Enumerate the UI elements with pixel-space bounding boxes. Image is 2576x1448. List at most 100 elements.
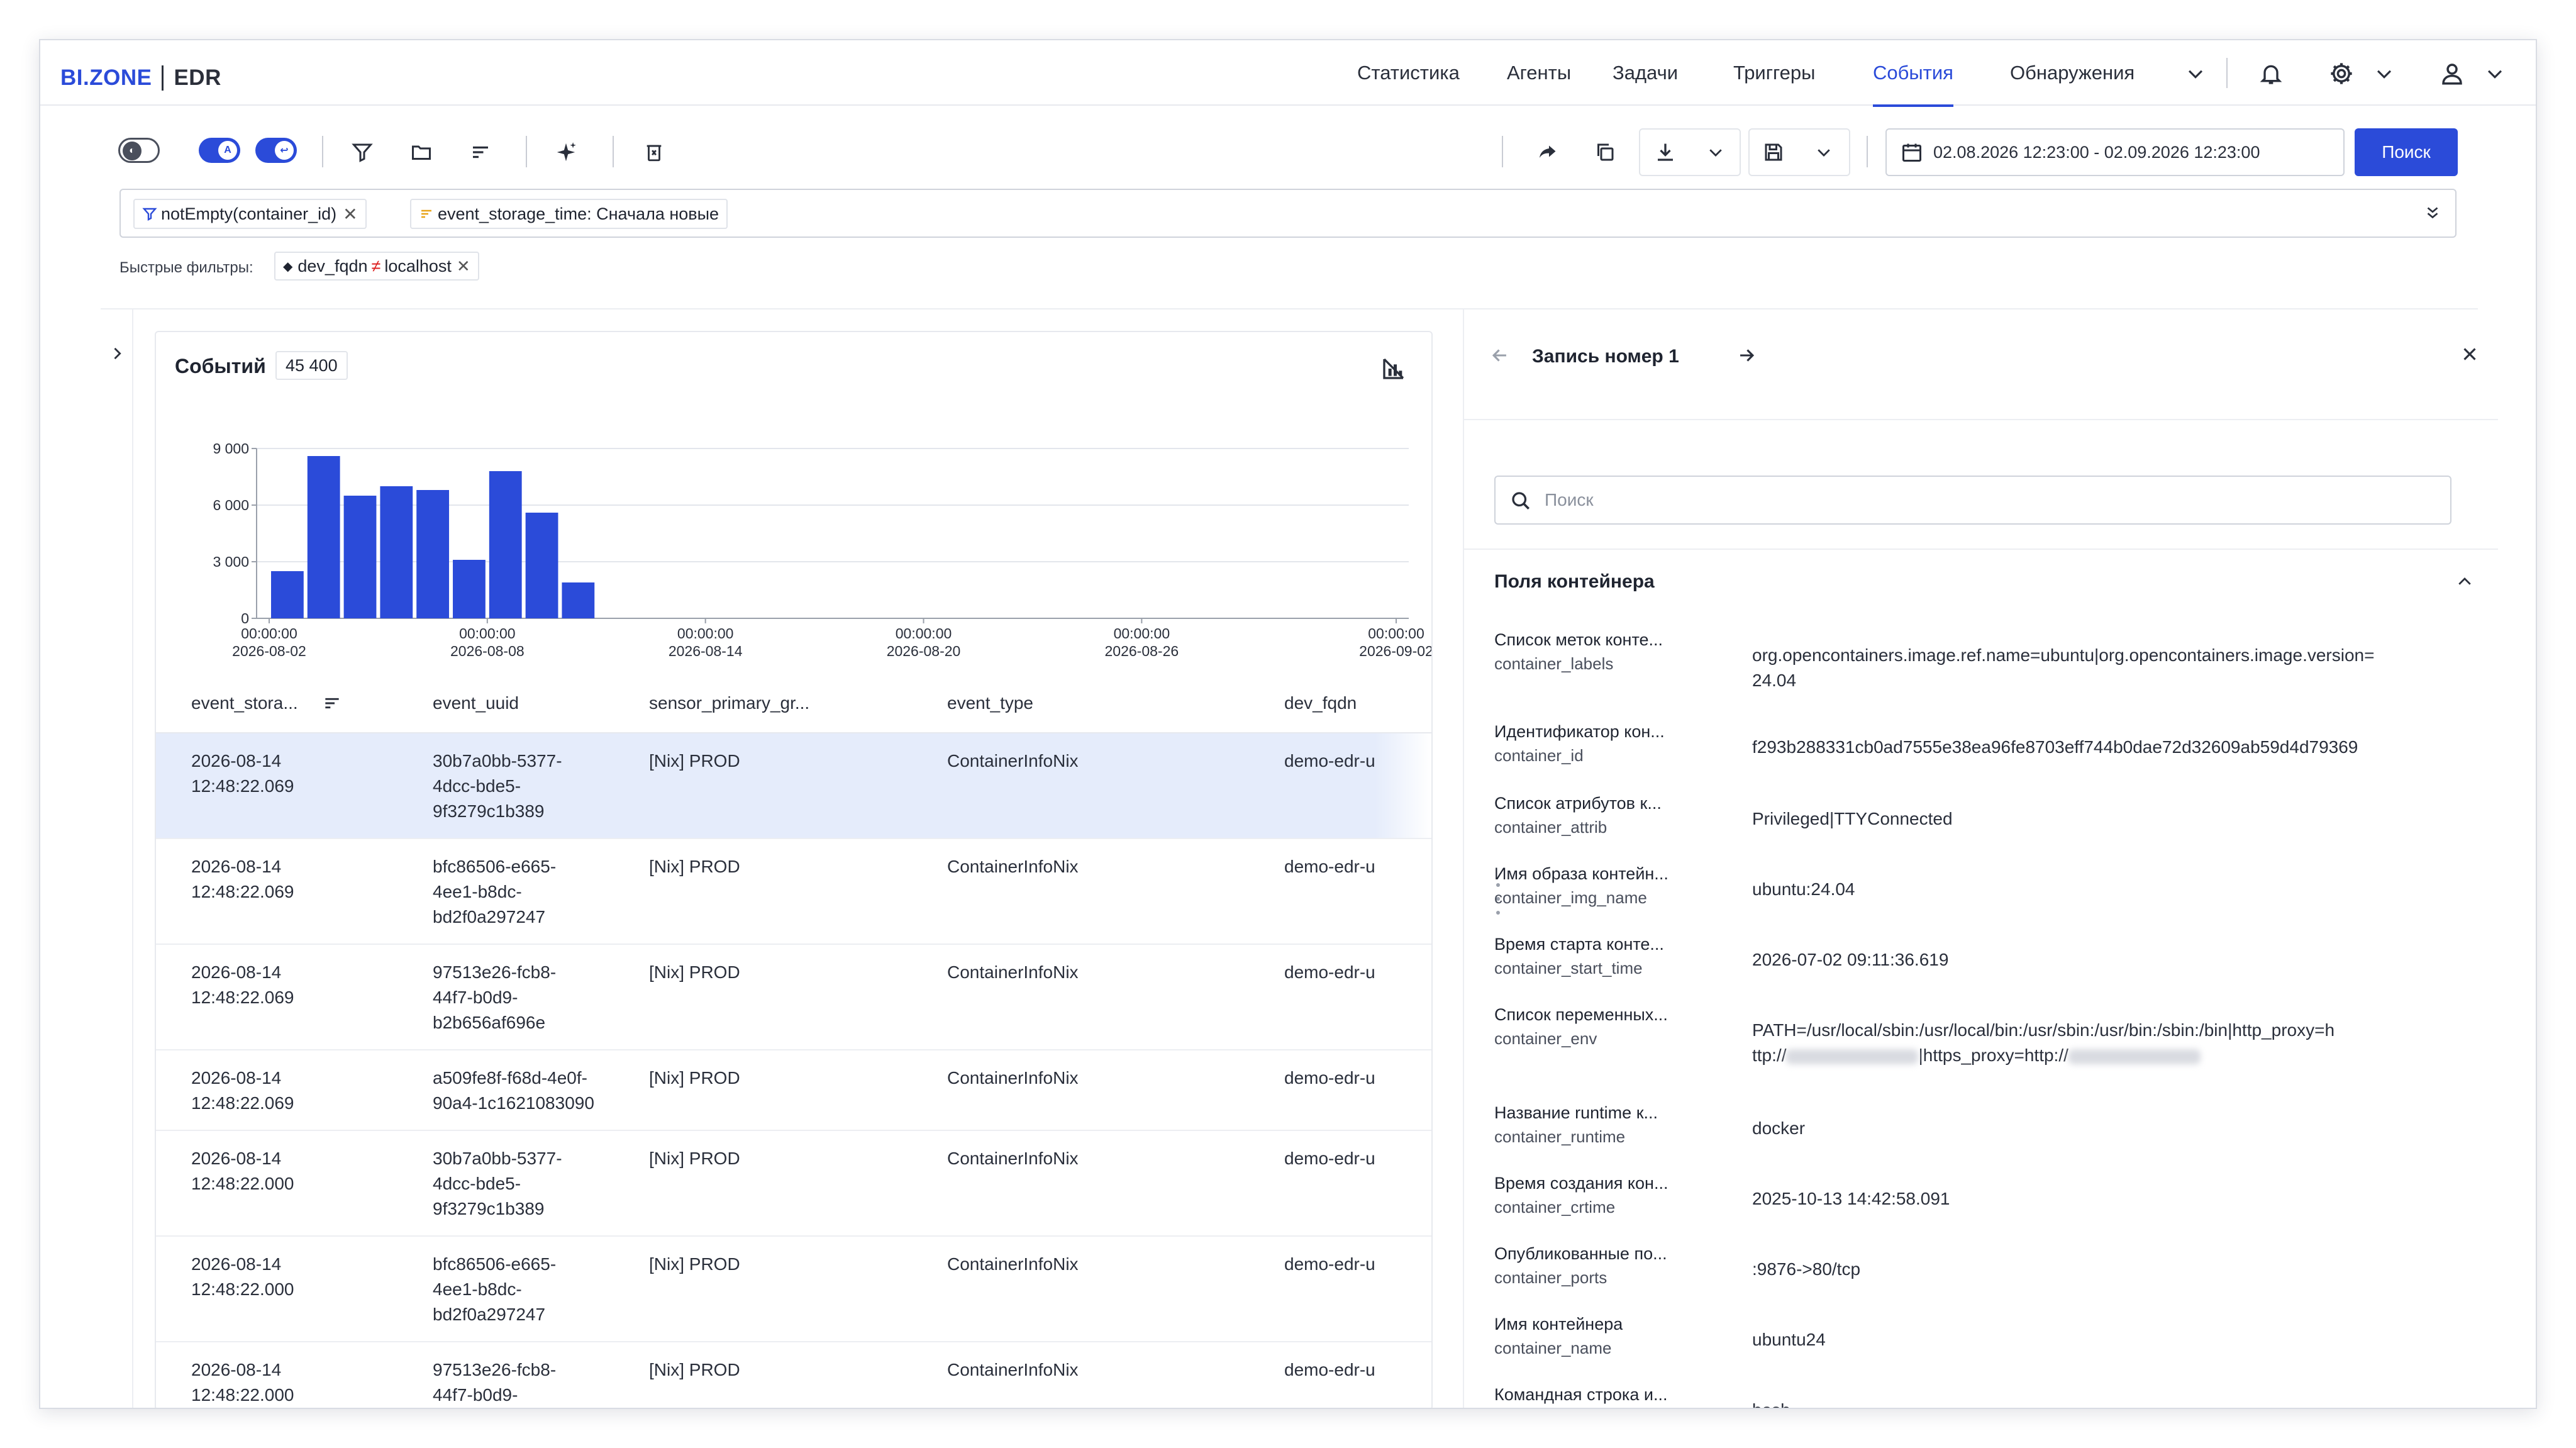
sort-lines-icon [421,209,431,218]
field-value[interactable]: Privileged|TTYConnected [1752,806,1953,832]
clear-trash-icon[interactable] [636,135,672,170]
chart-x-tick-time: 00:00:00 [1114,625,1170,642]
details-search-placeholder: Поиск [1545,490,1594,510]
user-icon[interactable] [2435,57,2469,91]
toggle-view-mode[interactable]: ◐ [118,138,160,163]
cell-event-type: ContainerInfoNix [947,1360,1079,1379]
chart-x-tick-date: 2026-08-20 [887,643,961,659]
table-row[interactable]: 2026-08-14 12:48:22.069 a509fe8f-f68d-4e0… [156,1050,1431,1131]
sort-lines-icon[interactable] [463,135,498,170]
toggle-auto[interactable]: A [199,138,240,163]
close-icon[interactable] [2459,343,2480,368]
field-value[interactable]: f293b288331cb0ad7555e38ea96fe8703eff744b… [1752,735,2358,760]
chevron-right-icon[interactable] [106,342,128,365]
toggle-refresh[interactable]: ↩ [255,138,297,163]
download-chevron-down-icon[interactable] [1698,135,1733,170]
table-row[interactable]: 2026-08-14 12:48:22.000 bfc86506-e665- 4e… [156,1237,1431,1342]
column-header-event-storage-time[interactable]: event_stora... [191,693,298,713]
column-header-event-uuid[interactable]: event_uuid [433,693,519,713]
column-header-dev-fqdn[interactable]: dev_fqdn [1284,693,1357,713]
chart-x-tick-date: 2026-08-14 [669,643,743,659]
cell-event-time: 2026-08-14 12:48:22.069 [191,962,294,1007]
hide-chart-icon[interactable] [1377,352,1410,385]
field-value[interactable]: PATH=/usr/local/sbin:/usr/local/bin:/usr… [1752,1018,2334,1068]
cell-sensor-group: [Nix] PROD [649,1360,740,1379]
settings-chevron-down-icon[interactable] [2367,57,2401,91]
expand-double-chevron-icon[interactable] [2418,198,2448,228]
chevron-up-icon[interactable] [2455,572,2474,594]
cell-event-time: 2026-08-14 12:48:22.000 [191,1149,294,1193]
detail-field-container-img-name: Имя образа контейн... container_img_name u… [1494,864,2463,927]
header-divider [2226,58,2228,88]
table-row[interactable]: 2026-08-14 12:48:22.069 97513e26-fcb8- 44… [156,945,1431,1050]
field-value[interactable]: 2026-07-02 09:11:36.619 [1752,947,1948,972]
date-range-picker[interactable]: 02.08.2026 12:23:00 - 02.09.2026 12:23:0… [1885,128,2345,176]
field-label: Список меток конте... [1494,630,1663,649]
field-label: Список атрибутов к... [1494,794,1662,813]
record-details-panel: Запись номер 1 Поиск Поля контейнера Спи… [1463,309,2498,1408]
nav-agents[interactable]: Агенты [1507,58,1571,88]
bell-icon[interactable] [2254,57,2288,91]
field-value[interactable]: ubuntu:24.04 [1752,877,1855,902]
nav-detections[interactable]: Обнаружения [2010,58,2135,88]
chart-y-tick-label: 0 [241,610,249,627]
field-value[interactable]: ubuntu24 [1752,1327,1826,1352]
filter-icon[interactable] [345,135,380,170]
table-row[interactable]: 2026-08-14 12:48:22.069 bfc86506-e665- 4e… [156,839,1431,945]
cell-event-type: ContainerInfoNix [947,751,1079,771]
cell-event-uuid: 97513e26-fcb8- 44f7-b0d9- b2b656af696e [433,962,557,1032]
sparkle-ai-icon[interactable] [548,135,584,170]
nav-triggers[interactable]: Триггеры [1733,58,1815,88]
chart-bar [525,513,558,618]
share-icon[interactable] [1530,135,1565,170]
field-value[interactable]: docker [1752,1116,1805,1141]
arrow-left-icon[interactable] [1489,345,1511,369]
download-icon[interactable] [1648,135,1683,170]
events-count-badge: 45 400 [275,351,348,380]
nav-events[interactable]: События [1873,58,1953,107]
nav-statistics[interactable]: Статистика [1357,58,1460,88]
logo[interactable]: BI.ZONE EDR [60,64,221,92]
chart-x-tick-time: 00:00:00 [896,625,952,642]
field-label: Командная строка и... [1494,1385,1668,1404]
gear-icon[interactable] [2324,57,2358,91]
search-button[interactable]: Поиск [2355,128,2458,176]
events-title: Событий [175,355,266,377]
field-value-part: ttp:// [1752,1045,1787,1065]
table-row[interactable]: 2026-08-14 12:48:22.069 30b7a0bb-5377- 4d… [156,733,1431,839]
events-histogram[interactable]: 9 0006 0003 000000:00:002026-08-0200:00:… [156,382,1433,659]
field-value[interactable]: 2025-10-13 14:42:58.091 [1752,1186,1950,1211]
close-icon[interactable]: ✕ [343,204,357,225]
column-header-event-type[interactable]: event_type [947,693,1033,713]
column-header-sensor-group[interactable]: sensor_primary_gr... [649,693,809,713]
chart-x-tick-date: 2026-08-26 [1105,643,1179,659]
field-value[interactable]: bash [1752,1398,1790,1408]
sort-lines-icon[interactable] [322,693,342,716]
save-icon[interactable] [1756,135,1791,170]
table-row[interactable]: 2026-08-14 12:48:22.000 97513e26-fcb8- 44… [156,1342,1431,1408]
folder-icon[interactable] [404,135,439,170]
filter-query-bar[interactable]: notEmpty(container_id) ✕ event_storage_t… [119,189,2457,238]
save-chevron-down-icon[interactable] [1806,135,1841,170]
cell-event-time: 2026-08-14 12:48:22.069 [191,857,294,901]
chart-x-tick-date: 2026-08-08 [450,643,525,659]
filter-chip-sort[interactable]: event_storage_time: Сначала новые [410,199,728,229]
detections-chevron-down-icon[interactable] [2179,57,2212,91]
quick-filter-chip[interactable]: ◆ dev_fqdn ≠ localhost ✕ [274,252,479,281]
cell-event-type: ContainerInfoNix [947,1149,1079,1168]
user-chevron-down-icon[interactable] [2478,57,2512,91]
copy-icon[interactable] [1587,135,1623,170]
filter-chip-notempty[interactable]: notEmpty(container_id) ✕ [133,199,367,229]
close-icon[interactable]: ✕ [457,257,470,276]
table-row[interactable]: 2026-08-14 12:48:22.000 30b7a0bb-5377- 4d… [156,1131,1431,1237]
field-value[interactable]: org.opencontainers.image.ref.name=ubuntu… [1752,643,2374,693]
nav-tasks[interactable]: Задачи [1613,58,1678,88]
detail-field-container-runtime: Название runtime к... container_runtime do… [1494,1103,2463,1166]
cell-dev-fqdn: demo-edr-u [1284,962,1375,982]
details-search-input[interactable]: Поиск [1494,476,2451,525]
arrow-right-icon[interactable] [1736,345,1757,369]
field-value[interactable]: :9876->80/tcp [1752,1257,1860,1282]
quick-filter-op: ≠ [371,256,381,276]
filter-icon [142,208,157,221]
chart-x-tick-time: 00:00:00 [459,625,516,642]
